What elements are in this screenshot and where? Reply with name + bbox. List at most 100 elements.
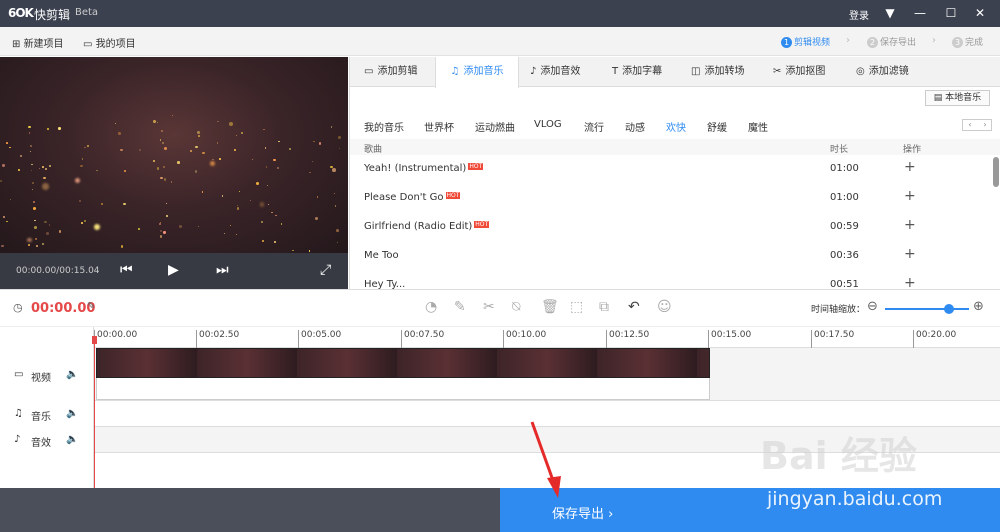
volume-icon[interactable]: 🔈	[66, 408, 78, 419]
step-number: 3	[952, 37, 963, 48]
bokeh-particle	[80, 164, 83, 168]
step-label: 保存导出	[880, 38, 917, 48]
zoom-in-icon[interactable]: ⊕	[973, 299, 984, 314]
video-clip-audio[interactable]	[96, 378, 710, 400]
step-edit-video: 1 剪辑视频	[781, 35, 830, 48]
local-music-label: 本地音乐	[945, 93, 982, 103]
bokeh-particle	[170, 180, 173, 183]
close-icon[interactable]: ✕	[972, 5, 988, 21]
bokeh-particle	[2, 216, 5, 218]
bokeh-particle	[228, 121, 233, 126]
bokeh-particle	[267, 203, 270, 205]
tab-add-transition[interactable]: ◫ 添加转场	[691, 57, 744, 87]
step-label: 剪辑视频	[794, 38, 831, 48]
next-frame-icon[interactable]: ⏭	[216, 262, 229, 278]
ruler-tick: 00:10.00	[503, 330, 546, 348]
bokeh-particle	[94, 223, 101, 230]
previous-frame-icon[interactable]: ⏮	[120, 262, 133, 278]
tab-add-cutout[interactable]: ✂ 添加抠图	[773, 57, 825, 87]
category-item[interactable]: 舒缓	[707, 119, 727, 134]
bokeh-particle	[123, 203, 126, 206]
prev-page-icon[interactable]: ‹	[963, 120, 977, 129]
local-music-button[interactable]: ▤ 本地音乐	[925, 90, 990, 106]
tab-add-subtitle[interactable]: T 添加字幕	[612, 57, 662, 87]
tab-add-filter[interactable]: ◎ 添加滤镜	[856, 57, 909, 87]
title-bar: 6OK 快剪辑 Beta 登录 ▼ — ☐ ✕	[0, 0, 1000, 27]
add-icon[interactable]: +	[904, 159, 916, 175]
bokeh-particle	[31, 169, 33, 171]
category-item[interactable]: 运动燃曲	[475, 119, 515, 134]
song-duration: 00:59	[830, 221, 859, 232]
header-song: 歌曲	[364, 145, 383, 155]
bokeh-particle	[100, 203, 103, 206]
table-row[interactable]: Hey Ty... 00:51 +	[350, 271, 990, 289]
zoom-slider-track[interactable]	[885, 308, 969, 310]
bokeh-particle	[338, 136, 342, 139]
category-item[interactable]: 流行	[584, 119, 604, 134]
bokeh-particle	[315, 216, 318, 220]
new-project-button[interactable]: ⊞ 新建项目	[12, 35, 64, 50]
delete-icon[interactable]: 🗑	[541, 299, 559, 315]
category-item[interactable]: 我的音乐	[364, 119, 404, 134]
speed-icon[interactable]: ◔	[425, 299, 437, 315]
add-icon[interactable]: +	[904, 188, 916, 204]
tab-add-clip[interactable]: ▭ 添加剪辑	[364, 57, 417, 87]
play-icon[interactable]: ▶	[168, 262, 179, 278]
pencil-icon[interactable]: ✎	[454, 299, 466, 315]
song-duration: 00:36	[830, 250, 859, 261]
video-clip[interactable]	[96, 348, 710, 378]
header-action: 操作	[903, 145, 922, 155]
category-pager: ‹ ›	[962, 119, 992, 131]
crop-icon[interactable]: ⬚	[570, 299, 583, 315]
media-panel: ▭ 添加剪辑 ♫ 添加音乐 ♪ 添加音效 T 添加字幕 ◫ 添加转场 ✂ 添加抠图 ◎ 添加滤…	[349, 57, 1000, 289]
tab-add-sound-effect[interactable]: ♪ 添加音效	[530, 57, 580, 87]
category-item-active[interactable]: 欢快	[666, 119, 686, 134]
bokeh-particle	[163, 166, 166, 168]
add-icon[interactable]: +	[904, 217, 916, 233]
song-duration: 01:00	[830, 163, 859, 174]
hot-badge: HOT	[445, 192, 461, 199]
bokeh-particle	[313, 140, 316, 143]
sticker-icon[interactable]: ☺	[657, 299, 672, 315]
table-row[interactable]: Girlfriend (Radio Edit) HOT 00:59 +	[350, 213, 990, 242]
add-icon[interactable]: +	[904, 275, 916, 289]
song-name: Yeah! (Instrumental)	[364, 163, 467, 174]
bokeh-particle	[235, 135, 237, 137]
login-button[interactable]: 登录	[849, 7, 869, 22]
step-number: 2	[867, 37, 878, 48]
tab-add-music[interactable]: ♫ 添加音乐	[435, 57, 519, 88]
bokeh-particle	[163, 146, 167, 150]
zoom-out-icon[interactable]: ⊖	[867, 299, 878, 314]
menu-dropdown-icon[interactable]: ▼	[882, 5, 898, 21]
playhead[interactable]	[94, 339, 95, 489]
category-item[interactable]: VLOG	[534, 119, 562, 130]
maximize-icon[interactable]: ☐	[943, 5, 959, 21]
time-ruler[interactable]: 00:00.00 00:02.50 00:05.00 00:07.50 00:1…	[94, 327, 1000, 348]
copy-icon[interactable]: ⧉	[599, 299, 609, 315]
list-scrollbar[interactable]	[993, 157, 999, 187]
category-item[interactable]: 魔性	[748, 119, 768, 134]
add-icon[interactable]: +	[904, 246, 916, 262]
bokeh-particle	[43, 176, 46, 180]
next-page-icon[interactable]: ›	[978, 120, 992, 129]
category-item[interactable]: 动感	[625, 119, 645, 134]
bokeh-particle	[190, 149, 193, 152]
edit-time-icon[interactable]: ✎	[87, 301, 95, 312]
fullscreen-icon[interactable]: ⤢	[320, 262, 331, 278]
table-row[interactable]: Yeah! (Instrumental) HOT 01:00 +	[350, 155, 990, 184]
mute-icon[interactable]: ⍉	[512, 299, 520, 315]
volume-icon[interactable]: 🔈	[66, 369, 78, 380]
scissors-icon[interactable]: ✂	[483, 299, 495, 315]
minimize-icon[interactable]: —	[912, 5, 928, 21]
bokeh-particle	[96, 169, 98, 172]
bokeh-particle	[33, 207, 37, 211]
my-projects-button[interactable]: ▭ 我的项目	[83, 35, 136, 50]
category-item[interactable]: 世界杯	[424, 119, 454, 134]
undo-icon[interactable]: ↶	[628, 299, 640, 315]
table-row[interactable]: Please Don't Go HOT 01:00 +	[350, 184, 990, 213]
zoom-slider-handle[interactable]	[944, 304, 954, 314]
table-row[interactable]: Me Too 00:36 +	[350, 242, 990, 271]
volume-icon[interactable]: 🔈	[66, 434, 78, 445]
tab-label: 添加滤镜	[868, 66, 909, 77]
song-title: Please Don't Go HOT	[364, 192, 461, 203]
